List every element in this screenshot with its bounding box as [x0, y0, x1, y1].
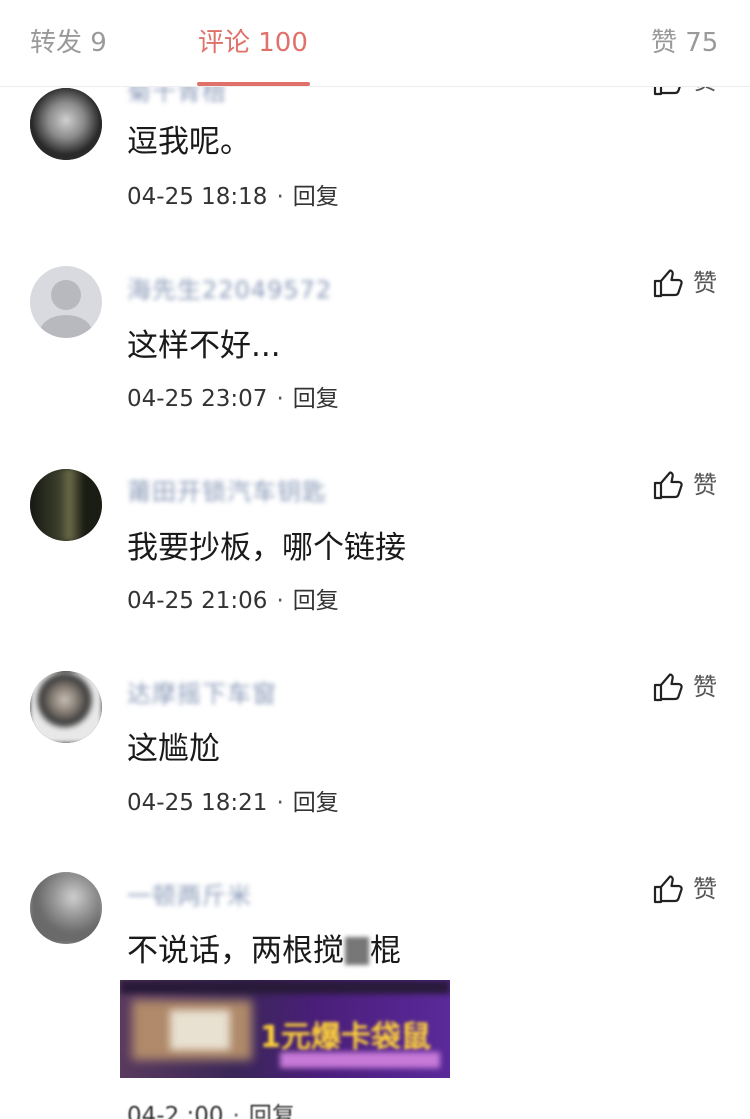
comment-text: 我要抄板，哪个链接 [127, 530, 406, 566]
comment-text: 这样不好... [127, 328, 281, 364]
like-label: 赞 [693, 673, 717, 701]
comment-time: 04-25 18:21 [127, 790, 268, 816]
comment-username[interactable]: 海先生22049572 [127, 270, 332, 305]
image-top-band [120, 980, 450, 994]
like-button[interactable]: 赞 [652, 872, 722, 908]
reply-link[interactable]: 回复 [293, 790, 339, 816]
reply-link[interactable]: 回复 [293, 184, 339, 210]
thumbs-up-icon [653, 86, 682, 96]
active-tab-indicator [197, 82, 310, 86]
tab-bar: 转发 9 评论 100 赞 75 [0, 0, 750, 87]
tab-comments[interactable]: 评论 100 [198, 26, 308, 60]
reply-link[interactable]: 回复 [293, 588, 339, 614]
redacted-block [345, 937, 369, 965]
avatar[interactable] [30, 872, 102, 944]
comment-username[interactable]: 菊千青梧 [127, 86, 227, 107]
thumbs-up-icon [653, 673, 683, 702]
default-avatar-icon [40, 280, 92, 338]
thumbs-up-icon [653, 875, 683, 904]
comment-text-part: 棍 [370, 933, 401, 969]
comment-list: 菊千青梧 赞 逗我呢。 04-25 18:18·回复 海先生22049572 赞… [0, 86, 750, 1119]
like-label: 赞 [693, 86, 717, 96]
comment-text: 逗我呢。 [127, 124, 251, 160]
like-button[interactable]: 赞 [652, 670, 722, 706]
thumbs-up-icon [653, 269, 683, 298]
comment-meta: 04-25 18:18 · 回复 [127, 184, 339, 210]
comment-text: 这尴尬 [127, 731, 220, 767]
image-text: 1元爆卡袋鼠 [260, 1020, 431, 1055]
comment-meta: 04-25 18:21 · 回复 [127, 790, 339, 816]
avatar[interactable] [30, 671, 102, 743]
comment-time: 04-25 18:18 [127, 184, 268, 210]
comment-text-part: 不说话，两根搅 [127, 933, 344, 969]
comment-image[interactable]: 1元爆卡袋鼠 [120, 980, 450, 1078]
comment-meta: 04-25 23:07 · 回复 [127, 386, 339, 412]
image-bar [280, 1052, 440, 1068]
like-button[interactable]: 赞 [652, 468, 722, 504]
comment-username[interactable]: 达摩摇下车窗 [127, 674, 277, 709]
like-button[interactable]: 赞 [652, 266, 722, 302]
avatar[interactable] [30, 88, 102, 160]
reply-link[interactable]: 回复 [293, 386, 339, 412]
comment-time: 04-2 :00 [127, 1103, 224, 1119]
thumbs-up-icon [653, 471, 683, 500]
tab-likes[interactable]: 赞 75 [651, 26, 718, 60]
reply-link[interactable]: 回复 [249, 1103, 295, 1119]
comment-meta: 04-25 21:06 · 回复 [127, 588, 339, 614]
comment-time: 04-25 21:06 [127, 588, 268, 614]
avatar[interactable] [30, 266, 102, 338]
comment-meta: 04-2 :00 · 回复 [127, 1102, 295, 1119]
like-label: 赞 [693, 471, 717, 499]
comment-text: 不说话，两根搅棍 [127, 931, 401, 971]
comment-username[interactable]: 一顿两斤米 [127, 876, 252, 911]
image-product-highlight [170, 1010, 230, 1050]
like-label: 赞 [693, 269, 717, 297]
like-label: 赞 [693, 875, 717, 903]
avatar[interactable] [30, 469, 102, 541]
comment-username[interactable]: 莆田开锁汽车钥匙 [127, 472, 327, 507]
comment-time: 04-25 23:07 [127, 386, 268, 412]
tab-reposts[interactable]: 转发 9 [30, 26, 107, 60]
like-button[interactable]: 赞 [652, 86, 722, 100]
